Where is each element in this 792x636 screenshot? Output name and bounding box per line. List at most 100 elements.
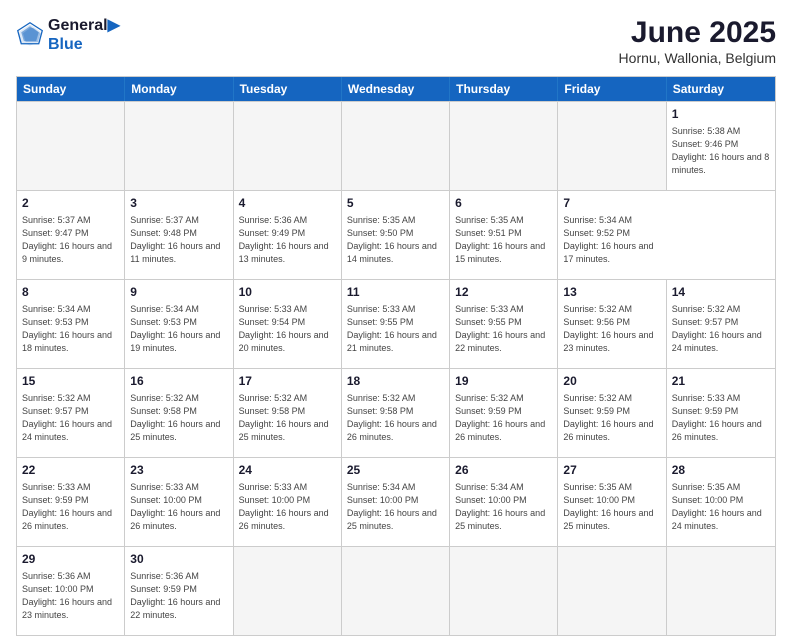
cell-info: Sunrise: 5:33 AMSunset: 9:55 PMDaylight:… [455, 303, 552, 355]
calendar-cell: 7Sunrise: 5:34 AMSunset: 9:52 PMDaylight… [558, 191, 666, 279]
day-number: 24 [239, 462, 336, 479]
cell-info: Sunrise: 5:34 AMSunset: 9:52 PMDaylight:… [563, 214, 661, 266]
main-title: June 2025 [619, 16, 776, 50]
day-number: 29 [22, 551, 119, 568]
calendar-cell: 3 Sunrise: 5:37 AMSunset: 9:48 PMDaylight… [125, 191, 233, 279]
cell-info: Sunrise: 5:36 AMSunset: 10:00 PMDaylight… [22, 570, 119, 622]
cell-info: Sunrise: 5:36 AMSunset: 9:49 PMDaylight:… [239, 214, 336, 266]
cell-info: Sunrise: 5:35 AMSunset: 9:50 PMDaylight:… [347, 214, 444, 266]
calendar-cell: 13Sunrise: 5:32 AMSunset: 9:56 PMDayligh… [558, 280, 666, 368]
calendar-row: 29 Sunrise: 5:36 AMSunset: 10:00 PMDaylig… [17, 546, 775, 635]
day-number: 3 [130, 195, 227, 212]
cell-info: Sunrise: 5:33 AMSunset: 9:55 PMDaylight:… [347, 303, 444, 355]
cell-info: Sunrise: 5:33 AMSunset: 9:59 PMDaylight:… [672, 392, 770, 444]
calendar-header: SundayMondayTuesdayWednesdayThursdayFrid… [17, 77, 775, 101]
cell-info: Sunrise: 5:33 AMSunset: 9:59 PMDaylight:… [22, 481, 119, 533]
day-number: 21 [672, 373, 770, 390]
cell-info: Sunrise: 5:38 AMSunset: 9:46 PMDaylight:… [672, 125, 770, 177]
header: General▶ Blue June 2025 Hornu, Wallonia,… [16, 16, 776, 66]
calendar-cell-empty [558, 547, 666, 635]
day-number: 6 [455, 195, 552, 212]
calendar-cell-empty [450, 102, 558, 190]
calendar-cell-empty [558, 102, 666, 190]
day-number: 26 [455, 462, 552, 479]
calendar-cell-empty [125, 102, 233, 190]
cell-info: Sunrise: 5:32 AMSunset: 9:59 PMDaylight:… [455, 392, 552, 444]
calendar-cell: 10 Sunrise: 5:33 AMSunset: 9:54 PMDayligh… [234, 280, 342, 368]
subtitle: Hornu, Wallonia, Belgium [619, 50, 776, 66]
calendar-cell: 11Sunrise: 5:33 AMSunset: 9:55 PMDayligh… [342, 280, 450, 368]
cell-info: Sunrise: 5:33 AMSunset: 9:54 PMDaylight:… [239, 303, 336, 355]
day-number: 23 [130, 462, 227, 479]
day-number: 4 [239, 195, 336, 212]
calendar-header-day: Friday [558, 77, 666, 101]
logo: General▶ Blue [16, 16, 120, 54]
cell-info: Sunrise: 5:32 AMSunset: 9:56 PMDaylight:… [563, 303, 660, 355]
calendar-cell: 27Sunrise: 5:35 AMSunset: 10:00 PMDaylig… [558, 458, 666, 546]
calendar-header-day: Thursday [450, 77, 558, 101]
title-block: June 2025 Hornu, Wallonia, Belgium [619, 16, 776, 66]
day-number: 5 [347, 195, 444, 212]
calendar-cell-empty [342, 102, 450, 190]
calendar-cell: 30Sunrise: 5:36 AMSunset: 9:59 PMDayligh… [125, 547, 233, 635]
calendar-cell: 19 Sunrise: 5:32 AMSunset: 9:59 PMDayligh… [450, 369, 558, 457]
calendar-cell: 9 Sunrise: 5:34 AMSunset: 9:53 PMDaylight… [125, 280, 233, 368]
day-number: 15 [22, 373, 119, 390]
calendar-row: 8Sunrise: 5:34 AMSunset: 9:53 PMDaylight… [17, 279, 775, 368]
calendar-cell: 18Sunrise: 5:32 AMSunset: 9:58 PMDayligh… [342, 369, 450, 457]
calendar-cell: 22 Sunrise: 5:33 AMSunset: 9:59 PMDayligh… [17, 458, 125, 546]
calendar-cell: 25Sunrise: 5:34 AMSunset: 10:00 PMDaylig… [342, 458, 450, 546]
calendar-cell: 17Sunrise: 5:32 AMSunset: 9:58 PMDayligh… [234, 369, 342, 457]
cell-info: Sunrise: 5:32 AMSunset: 9:58 PMDaylight:… [239, 392, 336, 444]
cell-info: Sunrise: 5:32 AMSunset: 9:59 PMDaylight:… [563, 392, 660, 444]
calendar: SundayMondayTuesdayWednesdayThursdayFrid… [16, 76, 776, 636]
cell-info: Sunrise: 5:34 AMSunset: 9:53 PMDaylight:… [130, 303, 227, 355]
calendar-cell: 28Sunrise: 5:35 AMSunset: 10:00 PMDaylig… [667, 458, 775, 546]
calendar-header-day: Tuesday [234, 77, 342, 101]
day-number: 16 [130, 373, 227, 390]
calendar-cell: 14 Sunrise: 5:32 AMSunset: 9:57 PMDayligh… [667, 280, 775, 368]
cell-info: Sunrise: 5:37 AMSunset: 9:48 PMDaylight:… [130, 214, 227, 266]
cell-info: Sunrise: 5:33 AMSunset: 10:00 PMDaylight… [130, 481, 227, 533]
day-number: 22 [22, 462, 119, 479]
cell-info: Sunrise: 5:37 AMSunset: 9:47 PMDaylight:… [22, 214, 119, 266]
cell-info: Sunrise: 5:34 AMSunset: 10:00 PMDaylight… [455, 481, 552, 533]
calendar-cell: 23 Sunrise: 5:33 AMSunset: 10:00 PMDaylig… [125, 458, 233, 546]
calendar-header-day: Monday [125, 77, 233, 101]
calendar-header-day: Sunday [17, 77, 125, 101]
cell-info: Sunrise: 5:34 AMSunset: 10:00 PMDaylight… [347, 481, 444, 533]
calendar-header-day: Wednesday [342, 77, 450, 101]
calendar-cell-empty [17, 102, 125, 190]
calendar-row: 1 Sunrise: 5:38 AMSunset: 9:46 PMDaylight… [17, 101, 775, 190]
day-number: 14 [672, 284, 770, 301]
day-number: 2 [22, 195, 119, 212]
cell-info: Sunrise: 5:32 AMSunset: 9:57 PMDaylight:… [672, 303, 770, 355]
calendar-cell: 16 Sunrise: 5:32 AMSunset: 9:58 PMDayligh… [125, 369, 233, 457]
calendar-cell-empty [667, 547, 775, 635]
logo-icon [16, 21, 44, 49]
cell-info: Sunrise: 5:34 AMSunset: 9:53 PMDaylight:… [22, 303, 119, 355]
calendar-cell: 21 Sunrise: 5:33 AMSunset: 9:59 PMDayligh… [667, 369, 775, 457]
calendar-cell: 24 Sunrise: 5:33 AMSunset: 10:00 PMDaylig… [234, 458, 342, 546]
day-number: 1 [672, 106, 770, 123]
cell-info: Sunrise: 5:36 AMSunset: 9:59 PMDaylight:… [130, 570, 227, 622]
day-number: 19 [455, 373, 552, 390]
cell-info: Sunrise: 5:35 AMSunset: 9:51 PMDaylight:… [455, 214, 552, 266]
day-number: 9 [130, 284, 227, 301]
calendar-row: 2 Sunrise: 5:37 AMSunset: 9:47 PMDaylight… [17, 190, 775, 279]
cell-info: Sunrise: 5:33 AMSunset: 10:00 PMDaylight… [239, 481, 336, 533]
day-number: 10 [239, 284, 336, 301]
calendar-row: 15Sunrise: 5:32 AMSunset: 9:57 PMDayligh… [17, 368, 775, 457]
day-number: 12 [455, 284, 552, 301]
calendar-cell: 1 Sunrise: 5:38 AMSunset: 9:46 PMDaylight… [667, 102, 775, 190]
day-number: 20 [563, 373, 660, 390]
cell-info: Sunrise: 5:32 AMSunset: 9:58 PMDaylight:… [130, 392, 227, 444]
calendar-cell: 2 Sunrise: 5:37 AMSunset: 9:47 PMDaylight… [17, 191, 125, 279]
calendar-cell: 26 Sunrise: 5:34 AMSunset: 10:00 PMDaylig… [450, 458, 558, 546]
calendar-cell: 4 Sunrise: 5:36 AMSunset: 9:49 PMDaylight… [234, 191, 342, 279]
calendar-cell-empty [234, 547, 342, 635]
cell-info: Sunrise: 5:35 AMSunset: 10:00 PMDaylight… [563, 481, 660, 533]
calendar-row: 22 Sunrise: 5:33 AMSunset: 9:59 PMDayligh… [17, 457, 775, 546]
calendar-header-day: Saturday [667, 77, 775, 101]
calendar-cell-empty [234, 102, 342, 190]
